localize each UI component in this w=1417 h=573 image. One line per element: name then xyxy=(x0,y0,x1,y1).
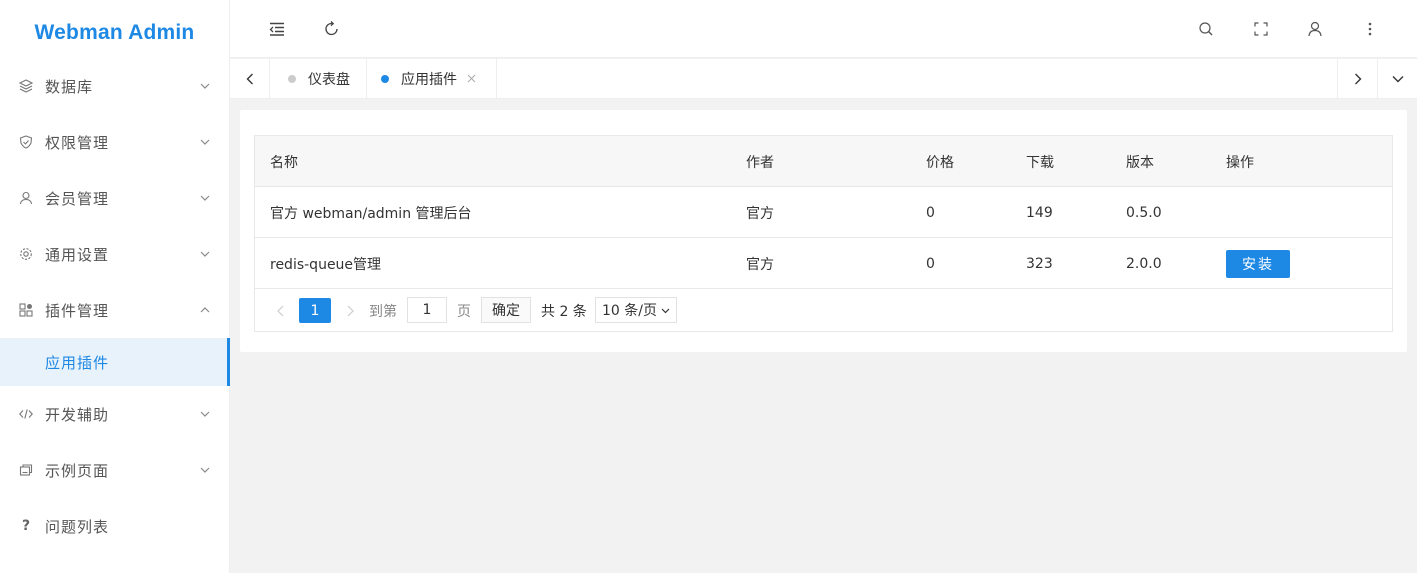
sidebar-item-label: 数据库 xyxy=(45,77,94,96)
sidebar-item-issues[interactable]: ? 问题列表 xyxy=(0,502,229,550)
apps-icon xyxy=(19,303,33,317)
sidebar-item-plugins[interactable]: 插件管理 xyxy=(0,286,229,334)
top-header xyxy=(230,0,1417,58)
goto-page-input[interactable]: 1 xyxy=(407,297,447,323)
tab-prev-icon[interactable] xyxy=(230,59,270,99)
tab-next-icon[interactable] xyxy=(1337,59,1377,99)
user-icon xyxy=(19,191,33,205)
goto-prefix: 到第 xyxy=(369,303,397,320)
plugin-author: 官方 xyxy=(746,205,774,222)
pages-icon xyxy=(19,463,33,477)
sidebar-item-database[interactable]: 数据库 xyxy=(0,62,229,110)
more-icon[interactable] xyxy=(1359,18,1381,40)
sidebar-item-examples[interactable]: 示例页面 xyxy=(0,446,229,494)
chevron-down-icon xyxy=(199,192,211,204)
goto-confirm-button[interactable]: 确定 xyxy=(481,297,531,323)
chevron-down-icon xyxy=(199,80,211,92)
sidebar: Webman Admin 数据库 权限管理 会员管理 通用设置 插件管理 应用插… xyxy=(0,0,230,573)
tab-label: 仪表盘 xyxy=(308,72,350,88)
install-button[interactable]: 安装 xyxy=(1226,249,1290,278)
plugin-price: 0 xyxy=(926,204,935,221)
plugin-downloads: 323 xyxy=(1026,255,1053,272)
sidebar-item-permissions[interactable]: 权限管理 xyxy=(0,118,229,166)
sidebar-item-members[interactable]: 会员管理 xyxy=(0,174,229,222)
gear-icon xyxy=(19,247,33,261)
sidebar-subitem-app-plugins[interactable]: 应用插件 xyxy=(0,338,230,386)
pagination: 1 到第 1 页 确定 共 2 条 10 条/页 xyxy=(255,289,1392,331)
table-header-row: 名称 作者 价格 下载 版本 操作 xyxy=(255,136,1392,187)
table-row[interactable]: redis-queue管理 官方 0 323 2.0.0 安装 xyxy=(255,238,1392,289)
user-icon[interactable] xyxy=(1304,18,1326,40)
tab-status-dot xyxy=(288,75,296,83)
layers-icon xyxy=(19,79,33,93)
column-header-price[interactable]: 价格 xyxy=(926,136,954,187)
sidebar-item-label: 插件管理 xyxy=(45,301,110,320)
chevron-up-icon xyxy=(199,304,211,316)
column-header-name[interactable]: 名称 xyxy=(270,136,298,187)
column-header-action[interactable]: 操作 xyxy=(1226,136,1254,187)
plugin-card: 名称 作者 价格 下载 版本 操作 官方 webman/admin 管理后台 官… xyxy=(240,110,1407,352)
sidebar-item-dev-tools[interactable]: 开发辅助 xyxy=(0,390,229,438)
plugin-price: 0 xyxy=(926,255,935,272)
code-icon xyxy=(19,407,33,421)
plugin-name: redis-queue管理 xyxy=(270,256,382,273)
column-header-author[interactable]: 作者 xyxy=(746,136,774,187)
plugin-table: 名称 作者 价格 下载 版本 操作 官方 webman/admin 管理后台 官… xyxy=(254,135,1393,332)
page-size-select[interactable]: 10 条/页 xyxy=(595,297,677,323)
plugin-downloads: 149 xyxy=(1026,204,1053,221)
page-size-value: 10 条/页 xyxy=(602,303,657,319)
sidebar-item-label: 示例页面 xyxy=(45,461,110,480)
sidebar-item-settings[interactable]: 通用设置 xyxy=(0,230,229,278)
table-row[interactable]: 官方 webman/admin 管理后台 官方 0 149 0.5.0 xyxy=(255,187,1392,238)
tab-bar: 仪表盘 应用插件 xyxy=(230,59,1417,99)
chevron-down-icon xyxy=(199,464,211,476)
tab-dropdown-icon[interactable] xyxy=(1377,59,1417,99)
chevron-down-icon xyxy=(661,302,670,318)
column-header-version[interactable]: 版本 xyxy=(1126,136,1154,187)
plugin-version: 2.0.0 xyxy=(1126,255,1162,272)
next-page-icon[interactable] xyxy=(340,298,360,323)
goto-suffix: 页 xyxy=(457,303,471,320)
tab-dashboard[interactable]: 仪表盘 xyxy=(270,59,367,99)
search-icon[interactable] xyxy=(1195,18,1217,40)
menu-fold-icon[interactable] xyxy=(266,18,288,40)
total-count: 共 2 条 xyxy=(541,303,587,320)
chevron-down-icon xyxy=(199,248,211,260)
sidebar-item-label: 开发辅助 xyxy=(45,405,110,424)
plugin-action-cell: 安装 xyxy=(1226,238,1290,289)
sidebar-item-label: 权限管理 xyxy=(45,133,110,152)
fullscreen-icon[interactable] xyxy=(1250,18,1272,40)
question-icon: ? xyxy=(21,518,31,534)
sidebar-item-label: 问题列表 xyxy=(45,517,110,536)
prev-page-icon[interactable] xyxy=(270,298,290,323)
refresh-icon[interactable] xyxy=(321,18,343,40)
tab-label: 应用插件 xyxy=(401,72,457,88)
sidebar-item-label: 会员管理 xyxy=(45,189,110,208)
shield-icon xyxy=(19,135,33,149)
tab-app-plugins[interactable]: 应用插件 xyxy=(367,59,497,99)
app-logo[interactable]: Webman Admin xyxy=(0,0,229,66)
chevron-down-icon xyxy=(199,408,211,420)
page-number-current[interactable]: 1 xyxy=(299,298,331,323)
plugin-author: 官方 xyxy=(746,256,774,273)
column-header-downloads[interactable]: 下载 xyxy=(1026,136,1054,187)
sidebar-item-label: 通用设置 xyxy=(45,245,110,264)
plugin-name: 官方 webman/admin 管理后台 xyxy=(270,205,472,222)
tab-status-dot xyxy=(381,75,389,83)
close-icon[interactable] xyxy=(467,71,476,87)
plugin-version: 0.5.0 xyxy=(1126,204,1162,221)
chevron-down-icon xyxy=(199,136,211,148)
